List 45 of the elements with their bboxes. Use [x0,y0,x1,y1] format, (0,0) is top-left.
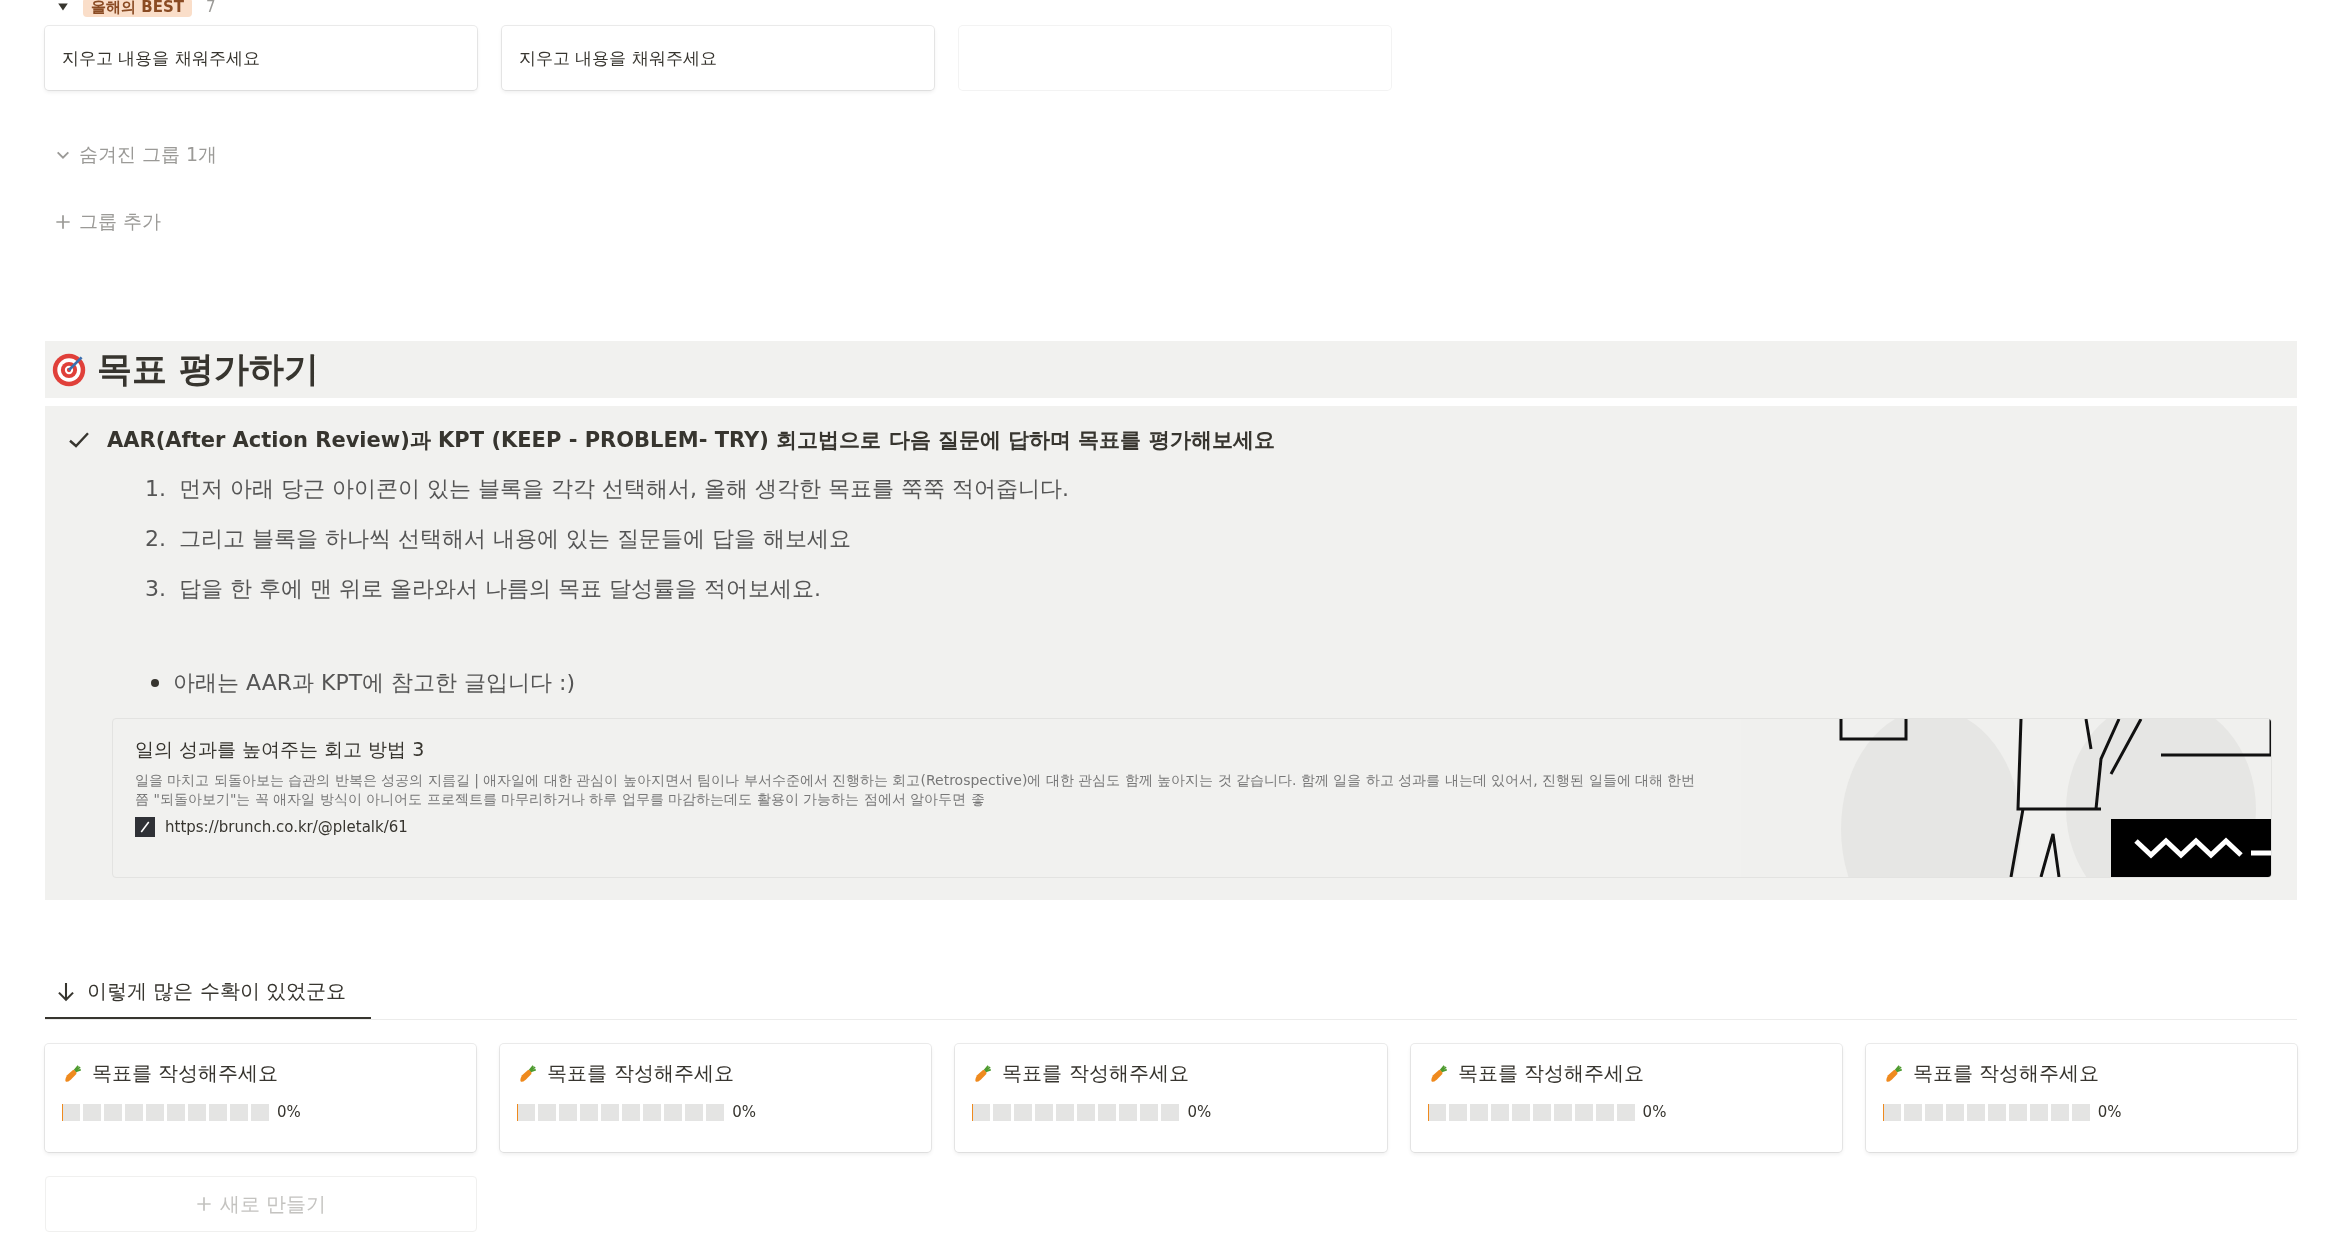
list-number: 2. [145,526,165,551]
progress-percent: 0% [732,1103,756,1121]
board-card[interactable]: 지우고 내용을 채워주세요 [45,26,477,90]
group-tag: 올해의 BEST [83,0,192,17]
plus-icon [55,214,71,230]
goal-title: 목표를 작성해주세요 [1912,1060,2100,1087]
goal-card[interactable]: 목표를 작성해주세요 0% [955,1044,1387,1152]
carrot-icon [517,1063,538,1084]
card-text: 지우고 내용을 채워주세요 [62,46,260,70]
goal-card[interactable]: 목표를 작성해주세요 0% [1865,1044,2297,1152]
bookmark-description: 일을 마치고 되돌아보는 습관의 반복은 성공의 지름길 | 애자일에 대한 관심이 높아지면서 팀이나 부서수준에서 진행하는 회고(Retrospective)에 대한 관심도 함께 높아지는 것 같습니다. 함께 일을 하고 성과를 내는데 있어서, 진행된 일들에 대해 한번쯤 "되돌아보기"는 꼭 애자일 방식이 아니어도 프로젝트를 마무리하거나 하루 업무를 마감하는데도 활용이 가능하는 점에서 알아두면 좋 [135,771,1697,809]
goal-card[interactable]: 목표를 작성해주세요 0% [45,1044,477,1152]
callout-title: AAR(After Action Review)과 KPT (KEEP - PROBLEM- TRY) 회고법으로 다음 질문에 답하며 목표를 평가해보세요 [107,427,1275,454]
group-count: 7 [205,0,216,16]
progress-percent: 0% [1187,1103,1212,1121]
progress-percent: 0% [277,1103,301,1121]
bookmark-title: 일의 성과를 높여주는 회고 방법 3 [135,737,426,762]
section-heading: 목표 평가하기 [97,348,320,391]
goal-title: 목표를 작성해주세요 [92,1060,279,1087]
progress-percent: 0% [1642,1103,1667,1121]
list-number: 1. [145,476,165,501]
list-text: 답을 한 후에 맨 위로 올라와서 나름의 목표 달성률을 적어보세요. [179,575,821,603]
bookmark-card[interactable] [112,718,2272,878]
bullet-text: 아래는 AAR과 KPT에 참고한 글입니다 :) [173,669,576,697]
view-tab[interactable]: 이렇게 많은 수확이 있었군요 [45,978,371,1019]
list-text: 먼저 아래 당근 아이콘이 있는 블록을 각각 선택해서, 올해 생각한 목표를 쭉쭉 적어줍니다. [179,475,1069,503]
carrot-icon [62,1063,82,1084]
carrot-icon [972,1063,993,1084]
goal-title: 목표를 작성해주세요 [547,1060,734,1087]
bullet-icon [151,679,159,687]
target-icon [51,351,87,388]
list-number: 3. [145,576,165,601]
goal-card[interactable]: 목표를 작성해주세요 0% [500,1044,932,1152]
expand-triangle-icon[interactable] [57,1,69,13]
board-card[interactable]: 지우고 내용을 채워주세요 [502,26,934,90]
plus-icon [195,1196,212,1212]
card-text: 지우고 내용을 채워주세요 [519,46,717,70]
goal-card[interactable]: 목표를 작성해주세요 0% [1410,1044,1842,1152]
arrow-down-icon [57,980,75,1003]
goal-title: 목표를 작성해주세요 [1002,1060,1189,1087]
list-text: 그리고 블록을 하나씩 선택해서 내용에 있는 질문들에 답을 해보세요 [179,525,851,553]
goal-title: 목표를 작성해주세요 [1457,1060,1644,1087]
progress-percent: 0% [2097,1103,2122,1121]
site-favicon-icon [135,816,155,837]
bookmark-url: https://brunch.co.kr/@pletalk/61 [165,817,408,836]
